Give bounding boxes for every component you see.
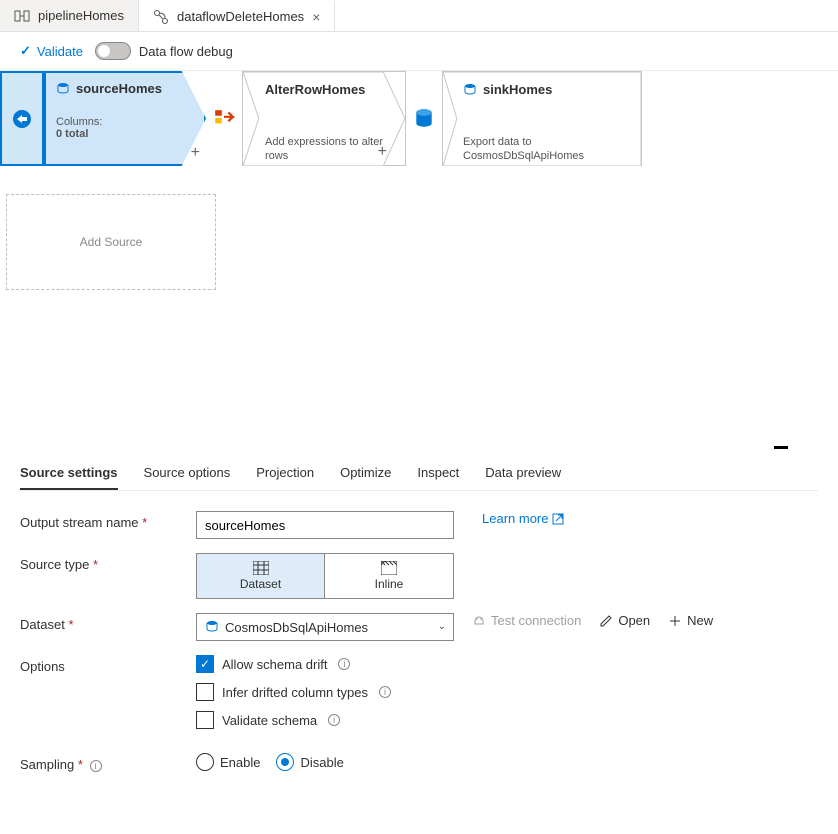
source-connector-icon — [12, 109, 32, 129]
toggle-switch[interactable] — [95, 42, 131, 60]
info-icon[interactable]: i — [90, 760, 102, 772]
node-sink-desc: Export data to CosmosDbSqlApiHomes — [463, 135, 629, 164]
close-icon[interactable]: × — [312, 9, 320, 25]
node-sink-title: sinkHomes — [483, 82, 552, 97]
tab-pipeline[interactable]: pipelineHomes — [0, 0, 139, 31]
plus-icon — [668, 614, 682, 628]
tab-source-options[interactable]: Source options — [144, 465, 231, 490]
source-type-group: Dataset Inline — [196, 553, 454, 599]
debug-label: Data flow debug — [139, 44, 233, 59]
validate-schema-label: Validate schema — [222, 713, 317, 728]
tab-dataflow[interactable]: dataflowDeleteHomes × — [139, 0, 335, 31]
output-stream-input[interactable] — [196, 511, 454, 539]
node-source-title: sourceHomes — [76, 81, 162, 96]
flow-canvas: sourceHomes Columns: 0 total + AlterRowH… — [0, 71, 838, 451]
alterrow-icon — [213, 108, 235, 130]
sampling-label: Sampling * i — [20, 753, 196, 772]
add-step-icon[interactable]: + — [378, 143, 387, 161]
node-alterrow-desc: Add expressions to alter rows — [265, 135, 393, 164]
infer-types-checkbox[interactable] — [196, 683, 214, 701]
dataset-actions: Test connection Open New — [472, 613, 713, 628]
sampling-disable-radio[interactable]: Disable — [276, 753, 343, 771]
add-source-button[interactable]: Add Source — [6, 194, 216, 290]
tab-label: pipelineHomes — [38, 8, 124, 23]
source-handle-box[interactable] — [0, 71, 44, 166]
node-alterrow-title: AlterRowHomes — [265, 82, 365, 97]
add-step-icon[interactable]: + — [191, 144, 200, 162]
debug-toggle: Data flow debug — [95, 42, 233, 60]
external-link-icon — [552, 513, 564, 525]
validate-schema-checkbox[interactable] — [196, 711, 214, 729]
source-type-inline[interactable]: Inline — [325, 554, 453, 598]
tab-projection[interactable]: Projection — [256, 465, 314, 490]
toolbar: ✓ Validate Data flow debug — [0, 32, 838, 71]
dataflow-icon — [153, 9, 169, 25]
new-button[interactable]: New — [668, 613, 713, 628]
plug-icon — [472, 614, 486, 628]
database-icon — [413, 108, 435, 130]
datasource-icon — [205, 620, 219, 634]
validate-button[interactable]: ✓ Validate — [20, 43, 83, 59]
info-icon[interactable]: i — [379, 686, 391, 698]
dataset-select[interactable]: CosmosDbSqlApiHomes ⌄ — [196, 613, 454, 641]
resize-handle[interactable] — [774, 446, 788, 449]
datasource-icon — [56, 82, 70, 96]
infer-types-label: Infer drifted column types — [222, 685, 368, 700]
checkmark-icon: ✓ — [20, 43, 31, 59]
output-stream-label: Output stream name * — [20, 511, 196, 530]
sampling-enable-radio[interactable]: Enable — [196, 753, 260, 771]
node-source-columns-label: Columns: — [56, 116, 194, 128]
tab-optimize[interactable]: Optimize — [340, 465, 391, 490]
pipeline-icon — [14, 8, 30, 24]
document-tabs: pipelineHomes dataflowDeleteHomes × — [0, 0, 838, 32]
source-type-label: Source type * — [20, 553, 196, 572]
datasource-icon — [463, 83, 477, 97]
open-button[interactable]: Open — [599, 613, 650, 628]
add-source-label: Add Source — [80, 235, 143, 249]
sink-connector — [406, 71, 442, 166]
node-source-columns-count: 0 total — [56, 128, 194, 140]
node-alterrow[interactable]: AlterRowHomes Add expressions to alter r… — [242, 71, 406, 166]
learn-more-link[interactable]: Learn more — [482, 511, 564, 526]
tab-source-settings[interactable]: Source settings — [20, 465, 118, 490]
inline-icon — [381, 561, 397, 575]
source-type-dataset[interactable]: Dataset — [197, 554, 325, 598]
tab-inspect[interactable]: Inspect — [417, 465, 459, 490]
pencil-icon — [599, 614, 613, 628]
info-icon[interactable]: i — [328, 714, 340, 726]
node-sink[interactable]: sinkHomes Export data to CosmosDbSqlApiH… — [442, 71, 642, 166]
chevron-down-icon: ⌄ — [438, 621, 446, 632]
dataset-value: CosmosDbSqlApiHomes — [225, 620, 368, 635]
tab-data-preview[interactable]: Data preview — [485, 465, 561, 490]
allow-schema-drift-label: Allow schema drift — [222, 657, 327, 672]
dataset-label: Dataset * — [20, 613, 196, 632]
settings-panel: Source settings Source options Projectio… — [0, 451, 838, 816]
panel-tabs: Source settings Source options Projectio… — [20, 465, 818, 491]
tab-label: dataflowDeleteHomes — [177, 9, 304, 24]
info-icon[interactable]: i — [338, 658, 350, 670]
dataset-icon — [253, 561, 269, 575]
validate-label: Validate — [37, 44, 83, 59]
node-source[interactable]: sourceHomes Columns: 0 total + — [44, 71, 206, 166]
test-connection-button[interactable]: Test connection — [472, 613, 581, 628]
options-label: Options — [20, 655, 196, 674]
alterrow-connector — [206, 71, 242, 166]
allow-schema-drift-checkbox[interactable]: ✓ — [196, 655, 214, 673]
